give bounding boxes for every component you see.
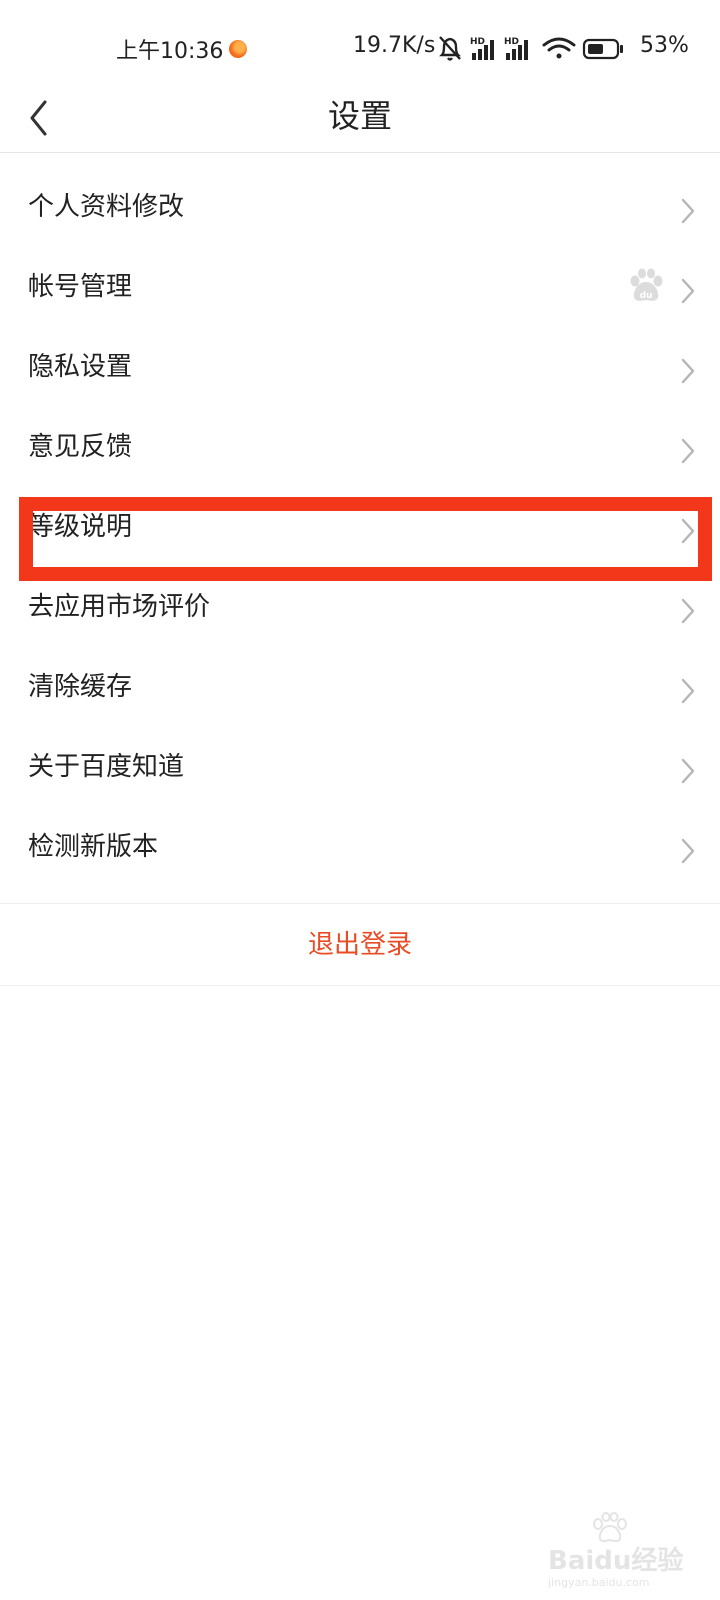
settings-item-account[interactable]: 帐号管理: [0, 251, 720, 331]
settings-item-label: 个人资料修改: [28, 192, 185, 222]
svg-text:du: du: [640, 291, 653, 301]
chevron-right-icon: [681, 278, 695, 304]
chevron-right-icon: [681, 198, 695, 224]
watermark: Baidu经验 jingyan.baidu.com: [548, 1512, 698, 1596]
settings-item-privacy[interactable]: 隐私设置: [0, 331, 720, 411]
page-title: 设置: [327, 97, 392, 135]
mute-icon: [439, 36, 461, 61]
watermark-url: jingyan.baidu.com: [548, 1576, 650, 1589]
network-speed: 19.7K/s: [353, 33, 436, 58]
settings-item-label: 帐号管理: [28, 272, 133, 302]
settings-item-label: 隐私设置: [28, 352, 133, 382]
notification-dot-icon: [229, 40, 247, 58]
settings-item-label: 关于百度知道: [28, 752, 185, 782]
chevron-right-icon: [681, 358, 695, 384]
chevron-right-icon: [681, 678, 695, 704]
signal-hd-icon: HD: [470, 37, 494, 60]
svg-text:HD: HD: [504, 37, 519, 47]
settings-item-label: 清除缓存: [28, 672, 133, 702]
signal-hd-icon: HD: [504, 37, 528, 60]
logout-label: 退出登录: [307, 930, 412, 960]
chevron-right-icon: [681, 438, 695, 464]
settings-item-rate-app[interactable]: 去应用市场评价: [0, 571, 720, 651]
nav-header: 设置: [0, 78, 720, 153]
battery-percent: 53%: [640, 33, 689, 58]
settings-item-about[interactable]: 关于百度知道: [0, 731, 720, 811]
settings-item-label: 去应用市场评价: [28, 592, 211, 622]
status-icons: HD HD: [439, 36, 623, 61]
settings-item-profile-edit[interactable]: 个人资料修改: [0, 171, 720, 251]
highlight-annotation-box: [19, 497, 712, 581]
battery-icon: [582, 38, 623, 60]
settings-item-label: 意见反馈: [28, 432, 133, 462]
baidu-paw-icon: du: [630, 268, 663, 301]
baidu-paw-icon: [593, 1512, 627, 1542]
section-divider: [0, 903, 720, 904]
chevron-right-icon: [681, 838, 695, 864]
svg-text:HD: HD: [470, 37, 485, 47]
wifi-icon: [542, 37, 576, 59]
settings-item-check-update[interactable]: 检测新版本: [0, 811, 720, 891]
settings-item-label: 检测新版本: [28, 832, 159, 862]
chevron-right-icon: [681, 598, 695, 624]
settings-item-clear-cache[interactable]: 清除缓存: [0, 651, 720, 731]
watermark-text: Baidu经验: [548, 1546, 684, 1576]
settings-item-feedback[interactable]: 意见反馈: [0, 411, 720, 491]
logout-button[interactable]: 退出登录: [0, 905, 720, 986]
status-time: 上午10:36: [116, 39, 224, 64]
chevron-right-icon: [681, 758, 695, 784]
